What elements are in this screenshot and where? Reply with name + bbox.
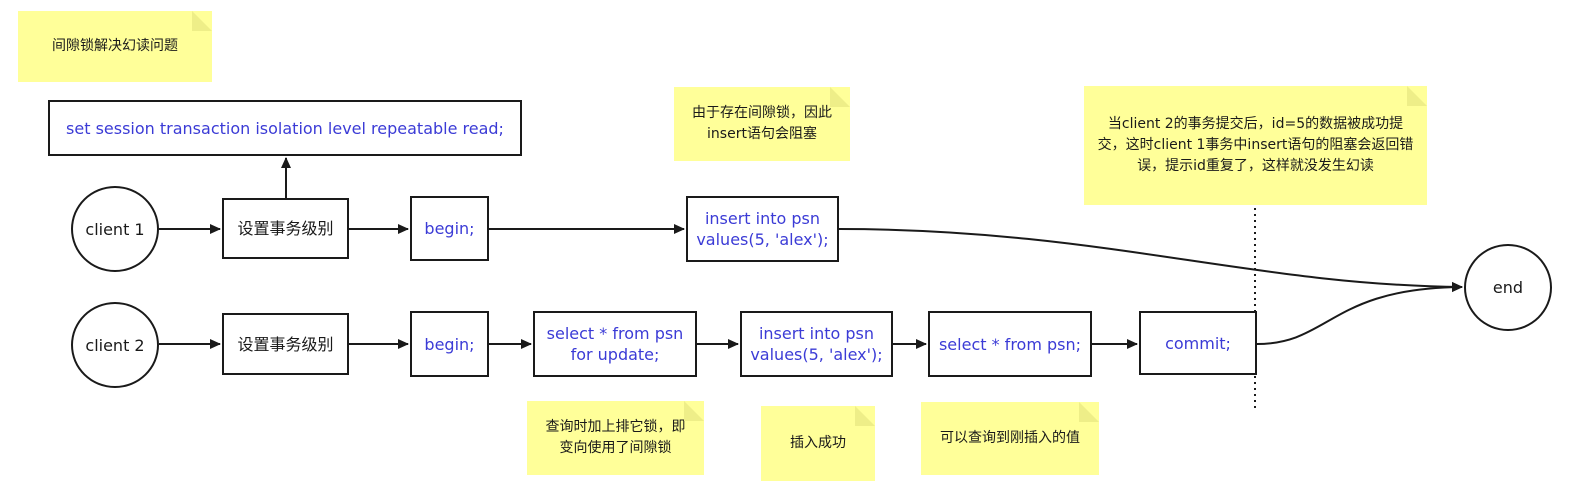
client2-insert-text: insert into psn values(5, 'alex');: [750, 324, 883, 364]
client2-insert-box: insert into psn values(5, 'alex');: [740, 311, 893, 377]
end-node: end: [1464, 244, 1552, 331]
client1-label: client 1: [85, 219, 145, 239]
client2-select-for-update-text: select * from psn for update;: [546, 324, 684, 364]
curve-insert1-to-end: [838, 228, 1463, 292]
client2-commit-box: commit;: [1139, 311, 1257, 375]
note-gap-lock-title: 间隙锁解决幻读问题: [18, 11, 212, 82]
client1-set-level-box: 设置事务级别: [222, 198, 349, 259]
client2-label: client 2: [85, 335, 145, 355]
gap-lock-flow-diagram: 间隙锁解决幻读问题 由于存在间隙锁，因此insert语句会阻塞 当client …: [0, 0, 1572, 486]
client2-commit-text: commit;: [1165, 333, 1231, 353]
note-blocked-text: 由于存在间隙锁，因此insert语句会阻塞: [692, 105, 832, 142]
note-lock-text: 查询时加上排它锁，即变向使用了间隙锁: [545, 419, 686, 456]
client1-set-level-text: 设置事务级别: [237, 219, 334, 238]
client2-select-box: select * from psn;: [928, 311, 1092, 377]
client1-node: client 1: [71, 186, 159, 272]
note-query-text: 可以查询到刚插入的值: [940, 430, 1080, 446]
note-commit-result-text: 当client 2的事务提交后，id=5的数据被成功提交，这时client 1事…: [1097, 116, 1414, 174]
end-label: end: [1492, 278, 1524, 297]
note-insert-success-text: 插入成功: [790, 435, 846, 451]
session-statement-text: set session transaction isolation level …: [66, 118, 504, 138]
client2-select-for-update-box: select * from psn for update;: [533, 311, 697, 377]
client2-node: client 2: [71, 302, 159, 388]
client2-set-level-box: 设置事务级别: [222, 313, 349, 375]
client2-select-text: select * from psn;: [938, 334, 1082, 354]
client2-begin-box: begin;: [410, 311, 489, 377]
note-lock: 查询时加上排它锁，即变向使用了间隙锁: [527, 401, 704, 475]
session-statement-box: set session transaction isolation level …: [48, 100, 522, 156]
client2-set-level-text: 设置事务级别: [237, 334, 334, 354]
client1-begin-box: begin;: [410, 196, 489, 261]
curve-commit-to-end: [1256, 282, 1463, 345]
note-gap-lock-title-text: 间隙锁解决幻读问题: [52, 38, 178, 54]
note-blocked: 由于存在间隙锁，因此insert语句会阻塞: [674, 87, 850, 161]
client2-begin-text: begin;: [424, 334, 475, 354]
client1-insert-box: insert into psn values(5, 'alex');: [686, 196, 839, 262]
note-query: 可以查询到刚插入的值: [921, 402, 1099, 475]
note-commit-result: 当client 2的事务提交后，id=5的数据被成功提交，这时client 1事…: [1084, 86, 1427, 205]
client1-insert-text: insert into psn values(5, 'alex');: [696, 209, 829, 249]
client1-begin-text: begin;: [424, 219, 475, 238]
note-insert-success: 插入成功: [761, 406, 875, 481]
